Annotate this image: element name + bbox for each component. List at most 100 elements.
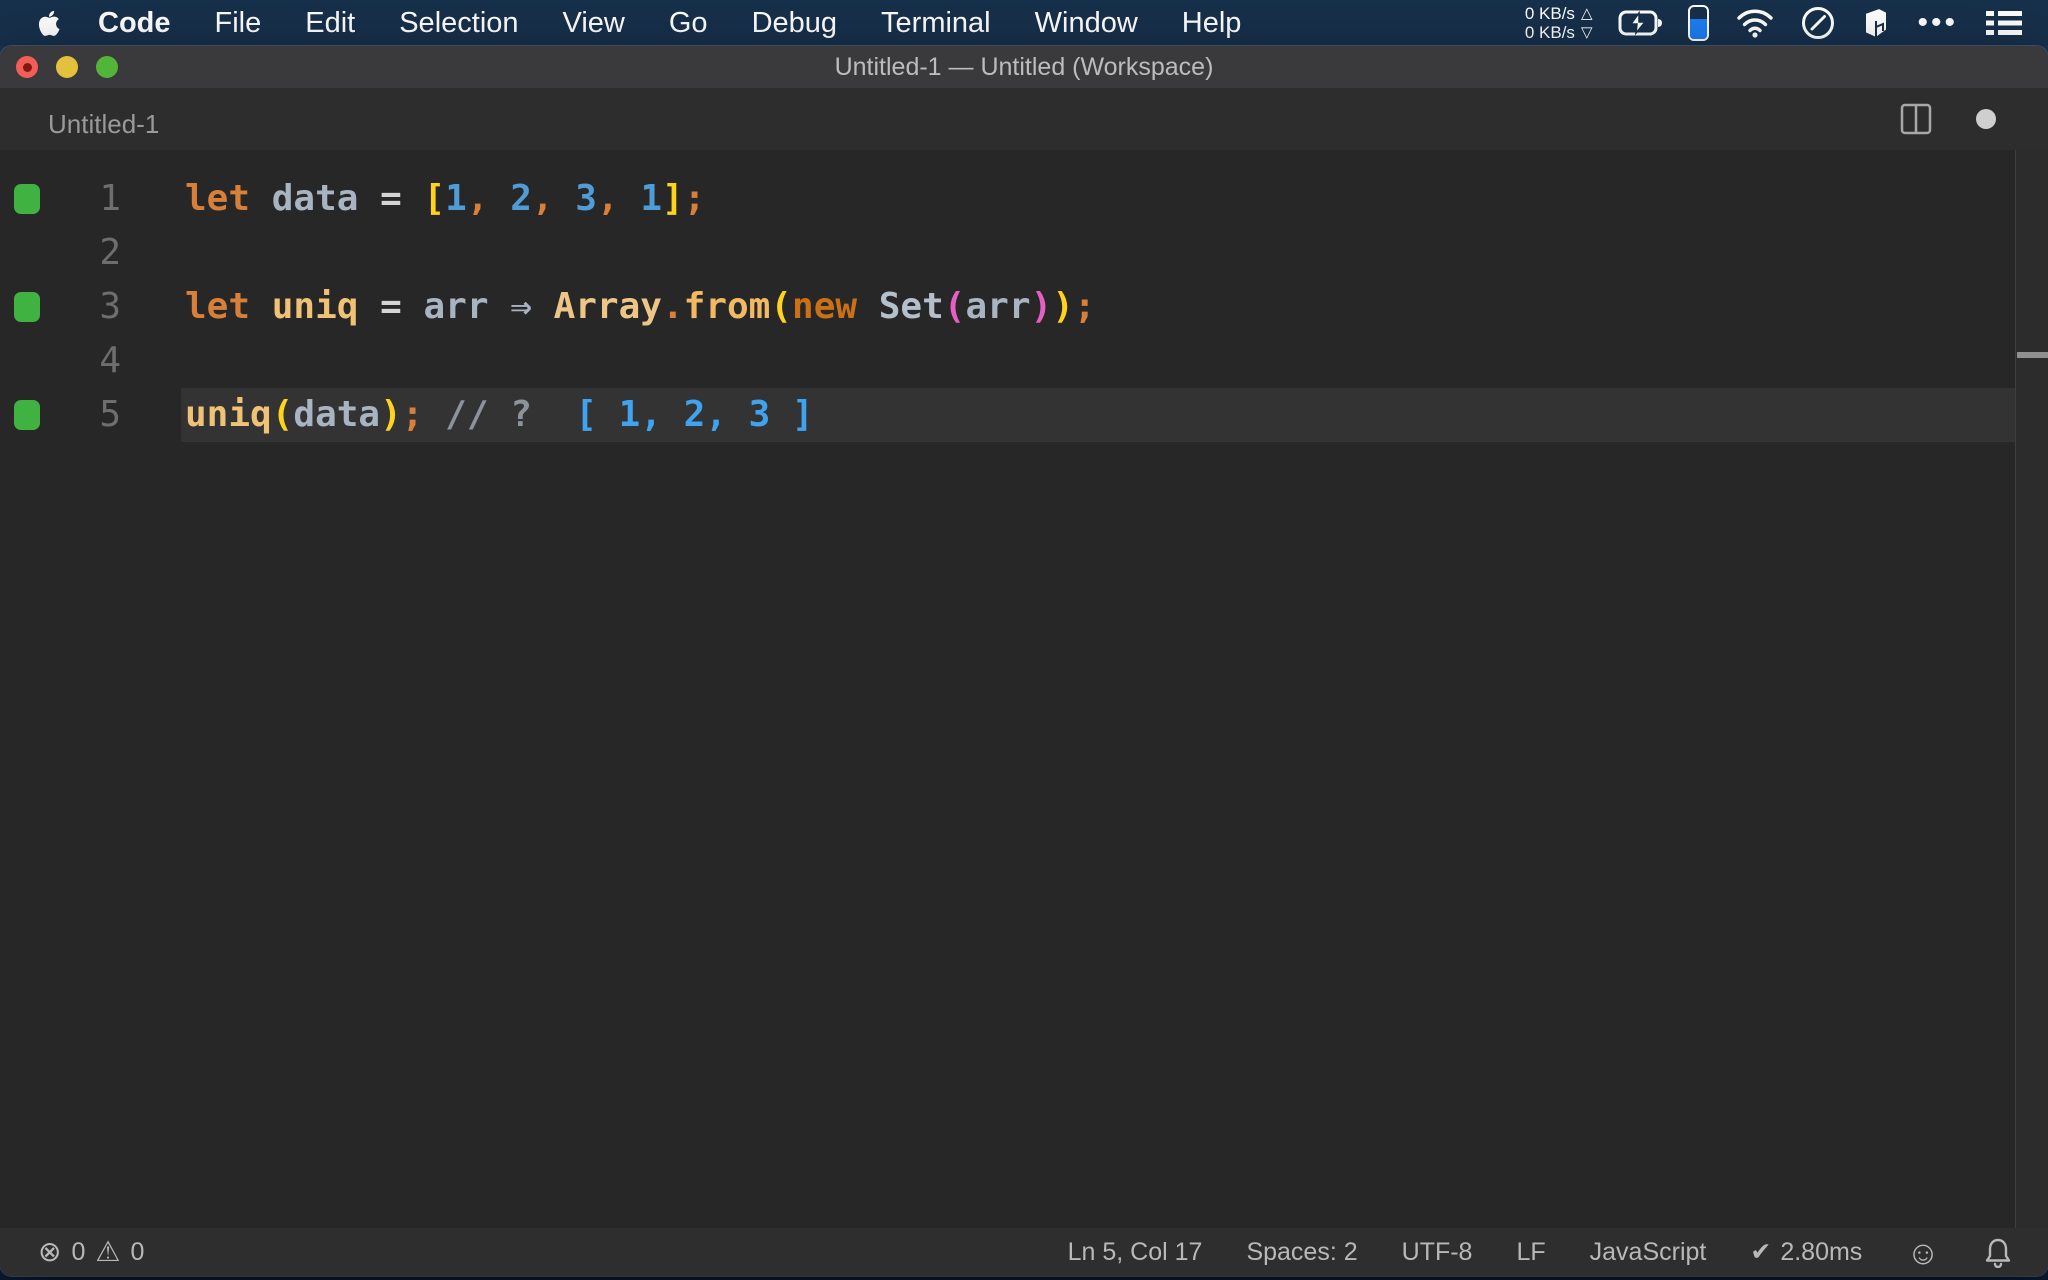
clock-icon[interactable] bbox=[1801, 5, 1835, 41]
menu-item-help[interactable]: Help bbox=[1160, 7, 1264, 40]
list-menu-icon[interactable] bbox=[1984, 5, 2024, 41]
code-text: let uniq = arr ⇒ Array.from(new Set(arr)… bbox=[185, 280, 1096, 334]
notifications-bell-icon[interactable] bbox=[1984, 1236, 2012, 1268]
code-token: 1 bbox=[445, 178, 467, 219]
status-item-label: LF bbox=[1516, 1237, 1546, 1266]
traffic-lights bbox=[16, 46, 118, 88]
code-token: = bbox=[380, 178, 402, 219]
warnings-icon: ⚠ bbox=[95, 1236, 121, 1267]
status-item-eol-sequence[interactable]: LF bbox=[1516, 1238, 1545, 1267]
code-token: ; bbox=[401, 394, 424, 435]
battery-charging-icon[interactable] bbox=[1618, 5, 1663, 41]
macos-menu-bar: Code File Edit Selection View Go Debug Terminal… bbox=[0, 0, 2048, 46]
code-line-4[interactable]: 4 bbox=[0, 334, 2048, 388]
code-token: , bbox=[466, 178, 489, 219]
code-token: ) bbox=[380, 394, 402, 435]
problems-indicator[interactable]: ⊗ 0 ⚠ 0 bbox=[38, 1238, 144, 1267]
status-item-encoding[interactable]: UTF-8 bbox=[1402, 1238, 1473, 1267]
code-token: [ bbox=[423, 178, 446, 219]
download-speed: 0 KB/s bbox=[1524, 23, 1575, 42]
title-bar[interactable]: Untitled-1 — Untitled (Workspace) bbox=[0, 46, 2048, 88]
menu-item-go[interactable]: Go bbox=[647, 7, 730, 40]
status-item-cursor-position[interactable]: Ln 5, Col 17 bbox=[1068, 1238, 1203, 1267]
apple-menu-icon[interactable] bbox=[36, 8, 62, 38]
download-arrow-icon: ▽ bbox=[1580, 24, 1593, 41]
code-token: 3 bbox=[575, 178, 597, 219]
code-token: [ 1, 2, 3 ] bbox=[575, 394, 814, 435]
menu-item-view[interactable]: View bbox=[541, 7, 647, 40]
editor-actions bbox=[1900, 88, 1996, 150]
code-token: // bbox=[445, 394, 489, 435]
line-number: 3 bbox=[99, 286, 121, 327]
code-token: ; bbox=[683, 178, 706, 219]
code-editor[interactable]: 1 let data = [1, 2, 3, 1]; 2 3 let uniq = ar… bbox=[0, 150, 2048, 1228]
status-bar-right: Ln 5, Col 17 Spaces: 2 UTF-8 LF JavaScript ✔ 2… bbox=[1068, 1236, 2012, 1269]
line-number: 4 bbox=[99, 340, 121, 381]
close-button[interactable] bbox=[16, 56, 38, 78]
network-speed-indicator[interactable]: 0 KB/s △ 0 KB/s ▽ bbox=[1525, 4, 1593, 42]
ellipsis-icon[interactable]: ••• bbox=[1917, 5, 1958, 41]
minimize-button[interactable] bbox=[56, 56, 78, 78]
line-number: 1 bbox=[99, 178, 121, 219]
code-token: ; bbox=[1073, 286, 1096, 327]
status-bar: ⊗ 0 ⚠ 0 Ln 5, Col 17 Spaces: 2 UTF-8 LF Java… bbox=[0, 1228, 2048, 1276]
code-line-3[interactable]: 3 let uniq = arr ⇒ Array.from(new Set(arr… bbox=[0, 280, 2048, 334]
menu-item-code[interactable]: Code bbox=[76, 7, 193, 40]
menu-item-file[interactable]: File bbox=[193, 7, 284, 40]
wifi-icon[interactable] bbox=[1735, 5, 1775, 41]
status-item-indentation[interactable]: Spaces: 2 bbox=[1246, 1238, 1357, 1267]
code-token: new bbox=[792, 286, 858, 327]
code-token: let bbox=[185, 178, 251, 219]
zoom-button[interactable] bbox=[96, 56, 118, 78]
menu-item-terminal[interactable]: Terminal bbox=[859, 7, 1013, 40]
code-token: ( bbox=[943, 286, 966, 327]
code-token: = bbox=[380, 286, 402, 327]
code-token: , bbox=[596, 178, 619, 219]
tab-untitled-1[interactable]: Untitled-1 bbox=[48, 109, 159, 140]
code-token: arr bbox=[423, 286, 489, 327]
vertical-indicator-icon[interactable] bbox=[1688, 5, 1710, 41]
menu-item-debug[interactable]: Debug bbox=[730, 7, 859, 40]
code-token: Set bbox=[878, 286, 944, 327]
code-token: arr bbox=[965, 286, 1031, 327]
cube-icon[interactable] bbox=[1861, 5, 1891, 41]
code-text: let data = [1, 2, 3, 1]; bbox=[185, 172, 705, 226]
code-token: . bbox=[661, 286, 684, 327]
menu-item-edit[interactable]: Edit bbox=[283, 7, 377, 40]
check-icon: ✔ bbox=[1750, 1238, 1772, 1266]
code-token: ] bbox=[662, 178, 684, 219]
code-text: uniq(data); // ? [ 1, 2, 3 ] bbox=[185, 388, 814, 442]
status-item-language-mode[interactable]: JavaScript bbox=[1590, 1238, 1707, 1267]
errors-icon: ⊗ bbox=[38, 1236, 62, 1267]
status-item-label: UTF-8 bbox=[1401, 1237, 1473, 1266]
warnings-count: 0 bbox=[130, 1237, 145, 1266]
menu-item-selection[interactable]: Selection bbox=[377, 7, 540, 40]
overview-ruler[interactable] bbox=[2015, 150, 2048, 1228]
unsaved-changes-dot-icon[interactable] bbox=[1976, 109, 1996, 129]
feedback-smiley-icon[interactable]: ☺ bbox=[1906, 1236, 1940, 1269]
code-line-1[interactable]: 1 let data = [1, 2, 3, 1]; bbox=[0, 172, 2048, 226]
menu-item-window[interactable]: Window bbox=[1013, 7, 1160, 40]
vscode-window: Untitled-1 — Untitled (Workspace) Untitl… bbox=[0, 46, 2048, 1276]
code-line-2[interactable]: 2 bbox=[0, 226, 2048, 280]
status-item-label: Ln 5, Col 17 bbox=[1067, 1237, 1203, 1266]
code-token: uniq bbox=[185, 394, 272, 435]
code-token: 2 bbox=[510, 178, 532, 219]
code-token: data bbox=[271, 178, 359, 219]
status-item-label: 2.80ms bbox=[1780, 1237, 1863, 1266]
errors-count: 0 bbox=[71, 1237, 86, 1266]
split-editor-icon[interactable] bbox=[1900, 103, 1932, 135]
code-token: ? bbox=[510, 394, 532, 435]
code-token: from bbox=[683, 286, 771, 327]
status-item-quokka-time[interactable]: ✔ 2.80ms bbox=[1750, 1237, 1862, 1267]
code-line-5[interactable]: 5 uniq(data); // ? [ 1, 2, 3 ] bbox=[0, 388, 2048, 442]
